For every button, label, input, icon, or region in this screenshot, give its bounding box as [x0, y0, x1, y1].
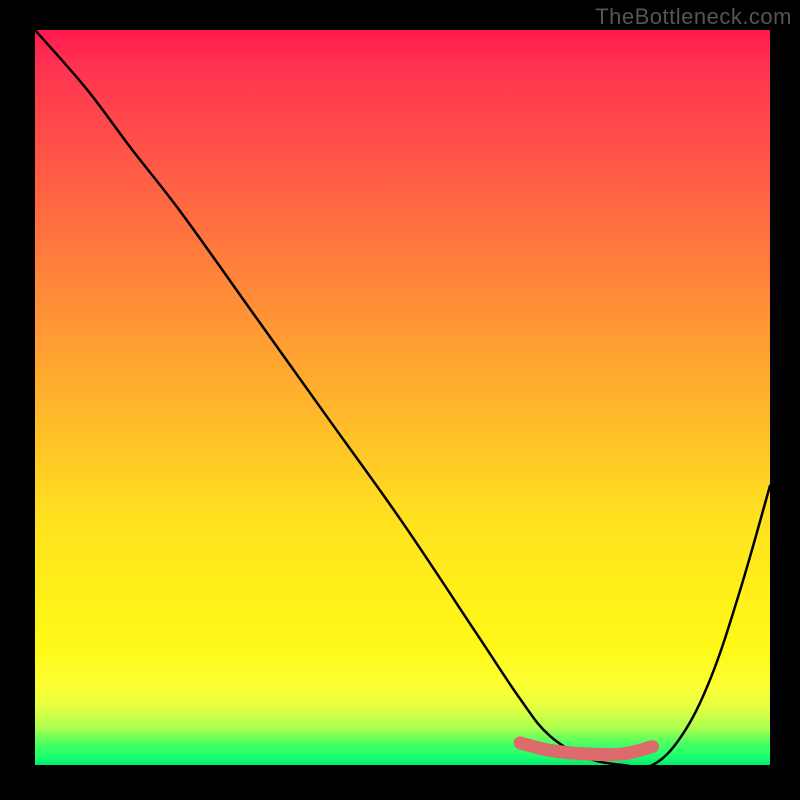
- plot-overlay: [35, 30, 770, 765]
- flat-segment: [520, 743, 652, 755]
- plot-area: [35, 30, 770, 765]
- main-curve: [35, 30, 770, 765]
- chart-container: TheBottleneck.com: [0, 0, 800, 800]
- watermark-label: TheBottleneck.com: [595, 4, 792, 30]
